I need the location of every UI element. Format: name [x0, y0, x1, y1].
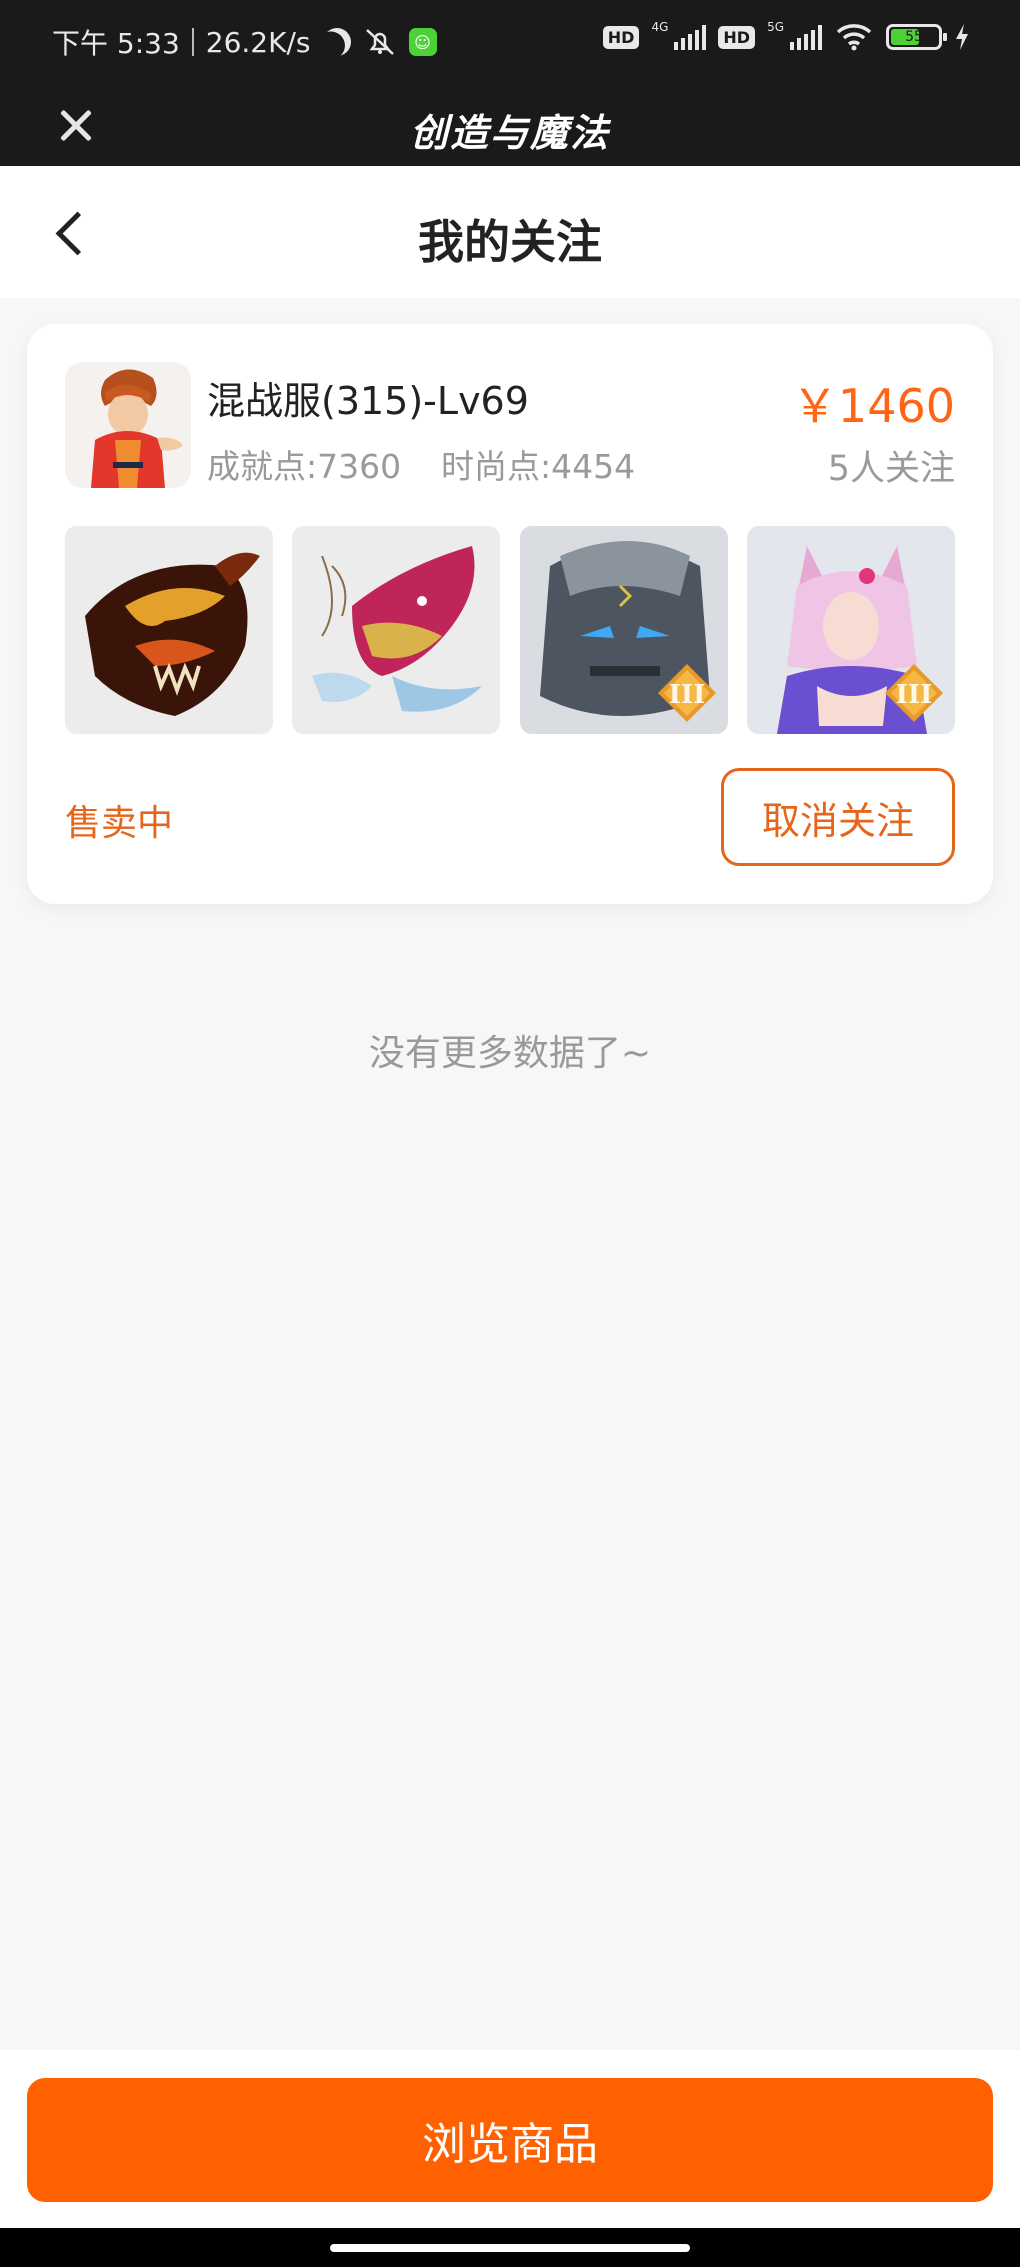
item-thumbnails: III III — [65, 526, 955, 734]
wifi-icon — [836, 24, 872, 51]
charging-icon — [956, 24, 968, 50]
home-indicator[interactable] — [330, 2244, 690, 2252]
follower-count: 5人关注 — [827, 449, 955, 489]
moon-icon — [317, 23, 355, 61]
hd-badge-2: HD — [718, 25, 756, 49]
system-nav-bar — [0, 2228, 1020, 2267]
status-divider — [191, 28, 194, 56]
fashion-points: 时尚点:4454 — [441, 447, 636, 486]
item-title: 混战服(315)-Lv69 — [207, 379, 529, 423]
battery-level: 55 — [905, 29, 923, 45]
tier-badge-icon: III — [657, 664, 716, 722]
avatar — [65, 362, 191, 488]
bottom-action-area: 浏览商品 — [0, 2050, 1020, 2228]
page-title: 我的关注 — [418, 215, 602, 269]
thumbnail-fox-spirit[interactable]: III — [746, 526, 955, 734]
tier-badge-label: III — [668, 680, 705, 710]
app-notification-icon: ☺ — [408, 28, 437, 56]
page-header: 我的关注 — [0, 166, 1020, 298]
signal-icon-2 — [790, 24, 822, 50]
network-tag-1: 4G — [651, 20, 669, 34]
unfollow-button[interactable]: 取消关注 — [721, 768, 955, 866]
pink-dragon-image — [292, 526, 501, 734]
app-title: 创造与魔法 — [409, 110, 610, 155]
no-more-data-text: 没有更多数据了~ — [368, 1033, 652, 1074]
hd-badge-1: HD — [602, 25, 640, 49]
character-avatar-image — [65, 362, 191, 488]
achievement-points: 成就点:7360 — [207, 447, 402, 486]
status-right: HD 4G HD 5G 55 — [602, 20, 970, 52]
thumbnail-dark-dragon[interactable] — [65, 526, 273, 734]
signal-icon-1 — [674, 24, 707, 50]
thumbnail-pink-dragon[interactable] — [292, 526, 501, 734]
status-time: 下午 5:33 — [52, 27, 180, 60]
status-net-speed: 26.2K/s — [205, 25, 311, 59]
mute-bell-icon — [365, 29, 394, 55]
network-tag-2: 5G — [767, 20, 784, 34]
sale-status: 售卖中 — [65, 803, 174, 844]
followed-item-card[interactable]: 混战服(315)-Lv69 成就点:7360 时尚点:4454 ￥1460 5人… — [27, 324, 993, 904]
battery-icon: 55 — [886, 24, 947, 50]
tier-badge-icon: III — [884, 664, 943, 722]
browse-products-button[interactable]: 浏览商品 — [27, 2078, 993, 2202]
tier-badge-label: III — [896, 680, 933, 710]
item-price: ￥1460 — [791, 379, 955, 433]
status-left: 下午 5:33 26.2K/s ☺ — [52, 22, 437, 62]
status-bar: 下午 5:33 26.2K/s ☺ HD 4G HD 5G 55 — [0, 0, 1020, 86]
app-bar: 创造与魔法 — [0, 86, 1020, 166]
dark-dragon-image — [65, 526, 273, 734]
thumbnail-stone-golem[interactable]: III — [519, 526, 728, 734]
